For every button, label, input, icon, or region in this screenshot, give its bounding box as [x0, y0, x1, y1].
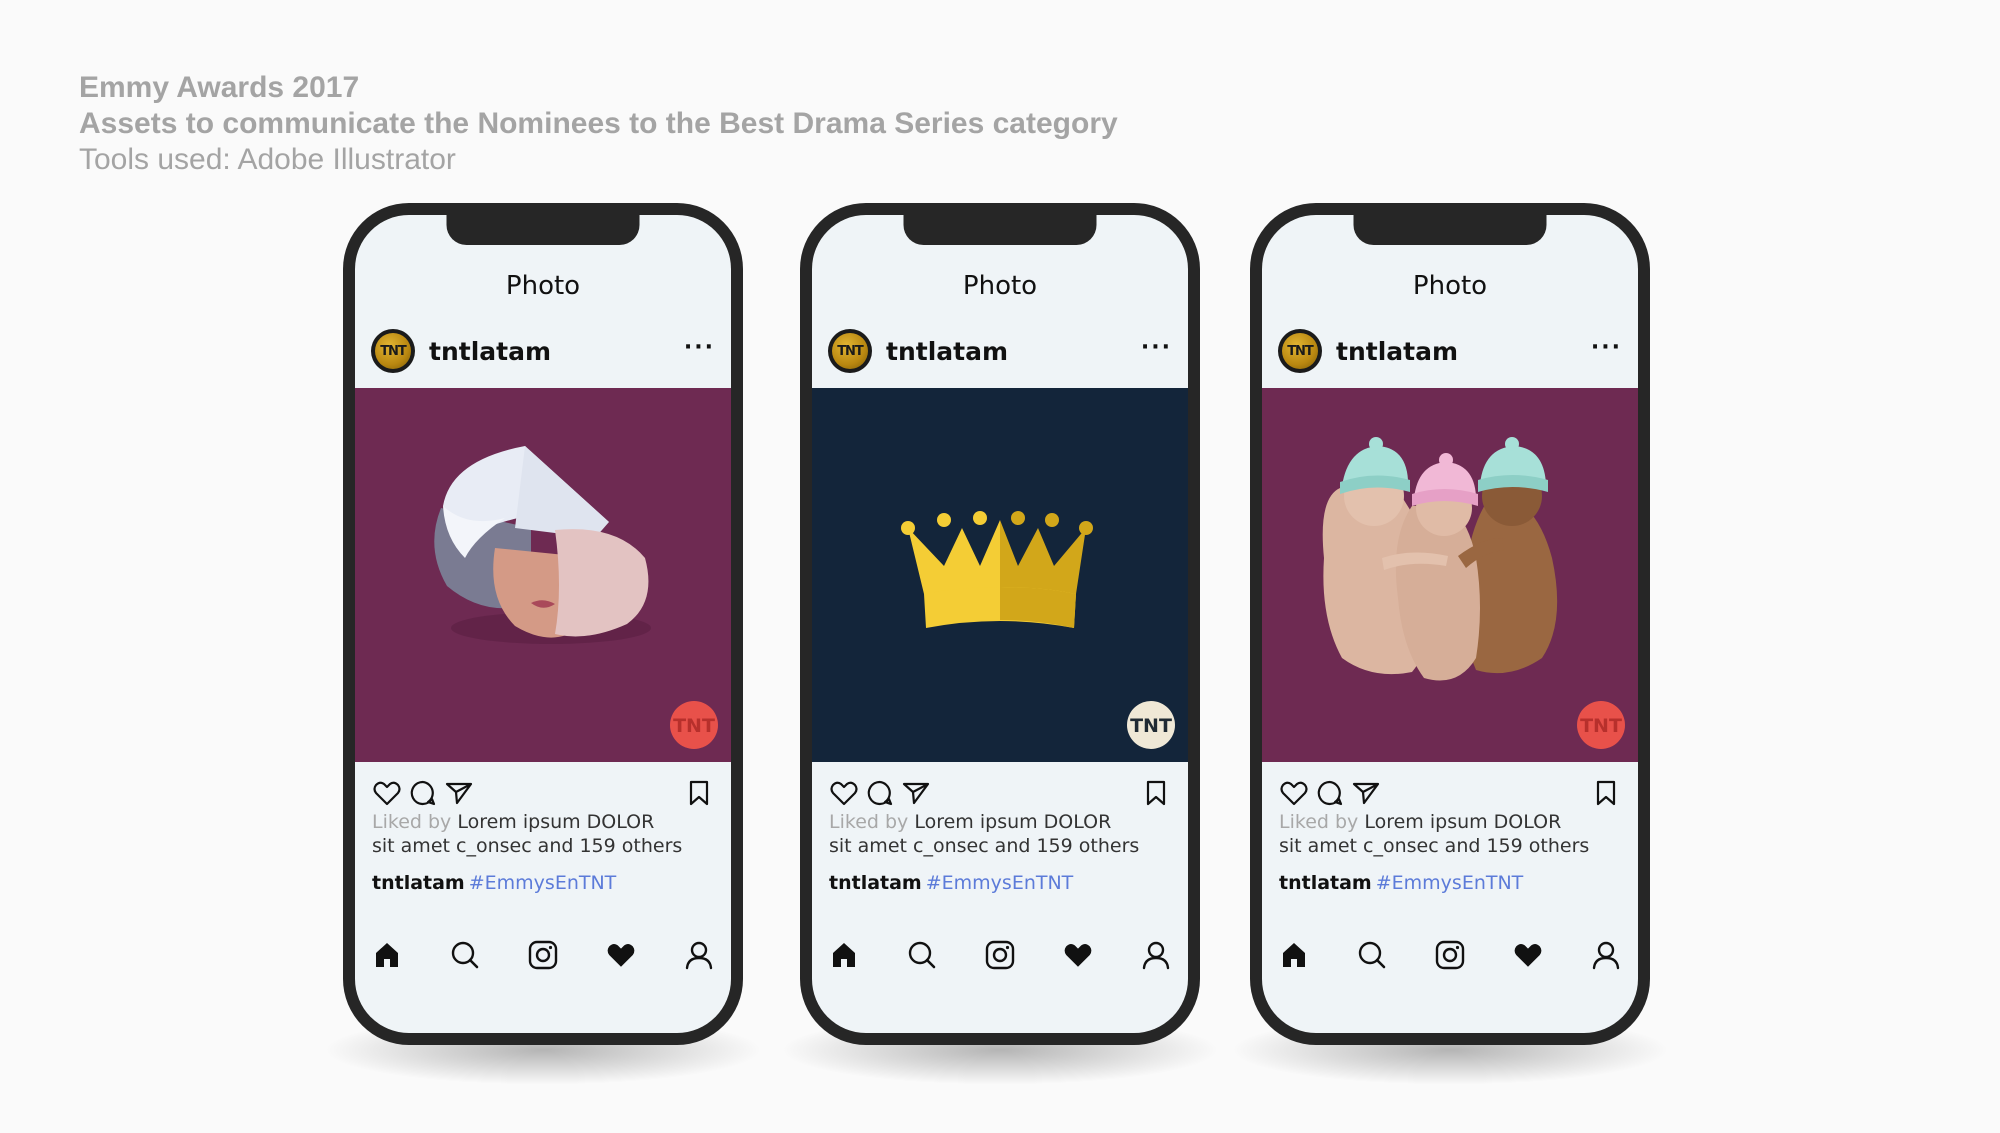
post-actions [1276, 775, 1624, 811]
tnt-badge: TNT [670, 701, 718, 749]
liked-by-label: Liked by [1279, 811, 1359, 833]
post-actions [826, 775, 1174, 811]
liked-by-others[interactable]: sit amet c_onsec and 159 others [829, 835, 1139, 857]
heart-icon[interactable] [369, 775, 405, 811]
profile-icon[interactable] [1582, 931, 1630, 979]
liked-by-label: Liked by [829, 811, 909, 833]
search-icon[interactable] [1348, 931, 1396, 979]
instagram-icon[interactable] [1426, 931, 1474, 979]
phone-screen: Photo TNT tntlatam ··· TNT Liked by Lore… [355, 215, 731, 1033]
post-caption: tntlatam #EmmysEnTNT [372, 871, 616, 895]
phone-mockup-2: Photo TNT tntlatam ··· TNT Liked by Lore… [780, 203, 1220, 1085]
screen-title: Photo [962, 271, 1038, 301]
caption-username[interactable]: tntlatam [829, 872, 922, 894]
post-header: TNT tntlatam ··· [1278, 328, 1622, 374]
caption-hashtag[interactable]: #EmmysEnTNT [1376, 872, 1524, 894]
post-caption: tntlatam #EmmysEnTNT [1279, 871, 1523, 895]
phone-notch [446, 215, 640, 245]
phone-mockup-3: Photo TNT tntlatam ··· TNT Liked by Lore… [1230, 203, 1670, 1085]
likes-text: Liked by Lorem ipsum DOLOR sit amet c_on… [1279, 810, 1628, 858]
avatar-logo: TNT [832, 333, 868, 369]
screen-title: Photo [505, 271, 581, 301]
post-caption: tntlatam #EmmysEnTNT [829, 871, 1073, 895]
home-icon[interactable] [1270, 931, 1318, 979]
home-icon[interactable] [820, 931, 868, 979]
phone-mockup-1: Photo TNT tntlatam ··· TNT Liked by Lore… [323, 203, 763, 1085]
phone-notch [903, 215, 1097, 245]
comment-icon[interactable] [1312, 775, 1348, 811]
screen-title: Photo [1412, 271, 1488, 301]
share-icon[interactable] [441, 775, 477, 811]
post-header: TNT tntlatam ··· [828, 328, 1172, 374]
liked-by-others[interactable]: sit amet c_onsec and 159 others [372, 835, 682, 857]
profile-icon[interactable] [675, 931, 723, 979]
presentation-header: Emmy Awards 2017 Assets to communicate t… [79, 70, 1118, 178]
post-image[interactable]: TNT [1262, 388, 1638, 762]
liked-by-names[interactable]: Lorem ipsum DOLOR [1364, 811, 1561, 833]
liked-by-label: Liked by [372, 811, 452, 833]
search-icon[interactable] [898, 931, 946, 979]
liked-by-names[interactable]: Lorem ipsum DOLOR [914, 811, 1111, 833]
more-options-icon[interactable]: ··· [684, 335, 715, 368]
heart-icon[interactable] [826, 775, 862, 811]
comment-icon[interactable] [862, 775, 898, 811]
svg-text:TNT: TNT [673, 715, 715, 737]
post-username[interactable]: tntlatam [429, 337, 684, 366]
caption-hashtag[interactable]: #EmmysEnTNT [469, 872, 617, 894]
heart-filled-icon[interactable] [1054, 931, 1102, 979]
instagram-icon[interactable] [976, 931, 1024, 979]
phone-screen: Photo TNT tntlatam ··· TNT Liked by Lore… [1262, 215, 1638, 1033]
more-options-icon[interactable]: ··· [1591, 335, 1622, 368]
avatar[interactable]: TNT [1278, 329, 1322, 373]
likes-text: Liked by Lorem ipsum DOLOR sit amet c_on… [829, 810, 1178, 858]
comment-icon[interactable] [405, 775, 441, 811]
heart-filled-icon[interactable] [597, 931, 645, 979]
liked-by-others[interactable]: sit amet c_onsec and 159 others [1279, 835, 1589, 857]
avatar[interactable]: TNT [828, 329, 872, 373]
post-image[interactable]: TNT [812, 388, 1188, 762]
likes-text: Liked by Lorem ipsum DOLOR sit amet c_on… [372, 810, 721, 858]
svg-text:TNT: TNT [1130, 715, 1172, 737]
home-icon[interactable] [363, 931, 411, 979]
bookmark-icon[interactable] [1138, 775, 1174, 811]
share-icon[interactable] [1348, 775, 1384, 811]
avatar-logo: TNT [375, 333, 411, 369]
caption-hashtag[interactable]: #EmmysEnTNT [926, 872, 1074, 894]
liked-by-names[interactable]: Lorem ipsum DOLOR [457, 811, 654, 833]
post-image[interactable]: TNT [355, 388, 731, 762]
bookmark-icon[interactable] [1588, 775, 1624, 811]
caption-username[interactable]: tntlatam [372, 872, 465, 894]
avatar-logo: TNT [1282, 333, 1318, 369]
phone-screen: Photo TNT tntlatam ··· TNT Liked by Lore… [812, 215, 1188, 1033]
heart-icon[interactable] [1276, 775, 1312, 811]
instagram-icon[interactable] [519, 931, 567, 979]
tnt-badge: TNT [1127, 701, 1175, 749]
caption-username[interactable]: tntlatam [1279, 872, 1372, 894]
tnt-badge: TNT [1577, 701, 1625, 749]
heart-filled-icon[interactable] [1504, 931, 1552, 979]
more-options-icon[interactable]: ··· [1141, 335, 1172, 368]
post-header: TNT tntlatam ··· [371, 328, 715, 374]
header-subtitle: Assets to communicate the Nominees to th… [79, 107, 1118, 140]
post-username[interactable]: tntlatam [1336, 337, 1591, 366]
avatar[interactable]: TNT [371, 329, 415, 373]
share-icon[interactable] [898, 775, 934, 811]
header-tools: Tools used: Adobe Illustrator [79, 143, 456, 176]
bottom-nav [363, 931, 723, 979]
bookmark-icon[interactable] [681, 775, 717, 811]
profile-icon[interactable] [1132, 931, 1180, 979]
svg-text:TNT: TNT [1580, 715, 1622, 737]
header-title: Emmy Awards 2017 [79, 71, 360, 104]
bottom-nav [1270, 931, 1630, 979]
post-actions [369, 775, 717, 811]
phone-notch [1353, 215, 1547, 245]
bottom-nav [820, 931, 1180, 979]
search-icon[interactable] [441, 931, 489, 979]
post-username[interactable]: tntlatam [886, 337, 1141, 366]
